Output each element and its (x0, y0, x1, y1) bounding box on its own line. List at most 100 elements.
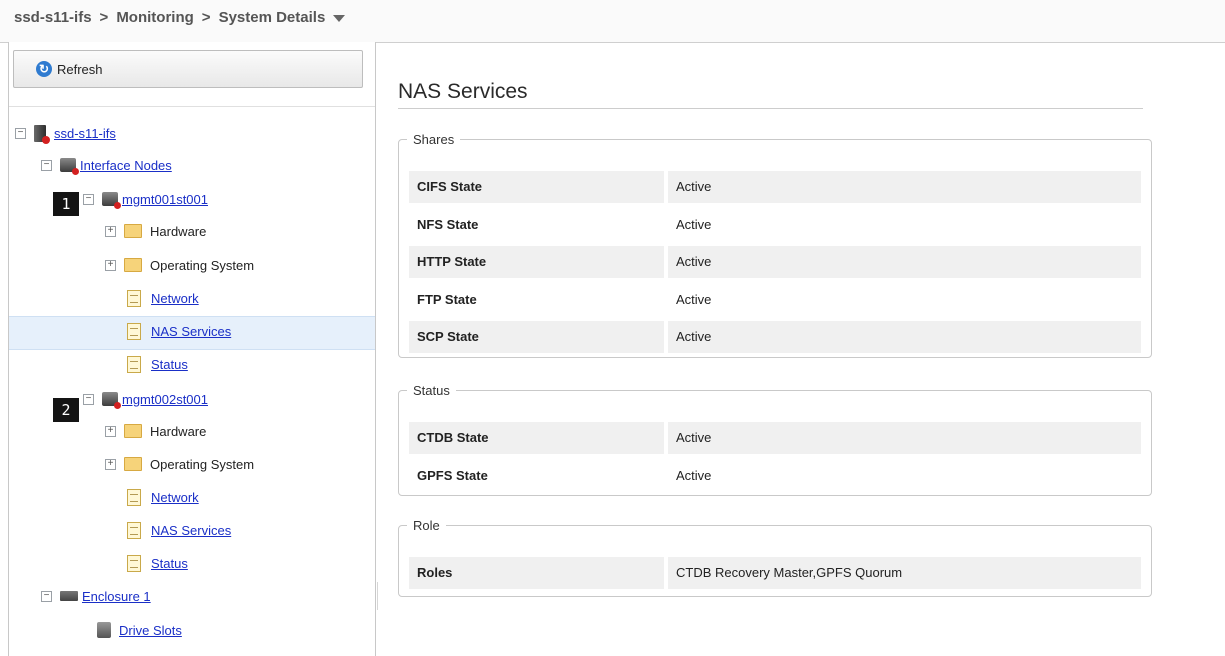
table-row: GPFS State Active (409, 460, 1141, 492)
document-icon (127, 521, 141, 539)
divider (9, 106, 375, 107)
status-group: Status CTDB State Active GPFS State Acti… (398, 383, 1152, 496)
tree-label-hardware[interactable]: Hardware (150, 424, 206, 439)
splitter-grip[interactable] (377, 582, 378, 610)
tree-link-network[interactable]: Network (151, 490, 199, 505)
error-badge-icon (114, 202, 121, 209)
row-key: NFS State (417, 217, 479, 232)
tree-link-drive-slots[interactable]: Drive Slots (119, 623, 182, 638)
table-row: NFS State Active (409, 209, 1141, 241)
tree-label-operating-system[interactable]: Operating System (150, 457, 254, 472)
row-key: HTTP State (409, 246, 664, 278)
row-value: Active (668, 321, 1141, 353)
row-key: FTP State (417, 292, 477, 307)
row-key: CIFS State (409, 171, 664, 203)
breadcrumb: ssd-s11-ifs > Monitoring > System Detail… (14, 9, 346, 26)
tree-item-node2-status[interactable]: Status (127, 550, 188, 576)
table-row: FTP State Active (409, 284, 1141, 316)
breadcrumb-monitoring[interactable]: Monitoring (116, 9, 193, 26)
tree-link-enclosure[interactable]: Enclosure 1 (82, 589, 151, 604)
tree-link-network[interactable]: Network (151, 291, 199, 306)
expand-toggle-icon[interactable]: + (105, 458, 116, 470)
error-badge-icon (42, 135, 50, 144)
title-underline (398, 108, 1143, 109)
row-value: CTDB Recovery Master,GPFS Quorum (668, 557, 1141, 589)
tree-item-node1-hardware[interactable]: + Hardware (105, 218, 206, 244)
tree-item-node2[interactable]: − mgmt002st001 (83, 386, 208, 412)
expand-toggle-icon[interactable]: + (105, 425, 116, 437)
error-badge-icon (114, 402, 121, 409)
tree-link-status[interactable]: Status (151, 357, 188, 372)
tree-item-node2-nas-services[interactable]: NAS Services (127, 517, 231, 543)
role-group: Role Roles CTDB Recovery Master,GPFS Quo… (398, 518, 1152, 597)
table-row: CTDB State Active (409, 422, 1141, 454)
tree-link-interface-nodes[interactable]: Interface Nodes (80, 158, 172, 173)
panel-splitter[interactable] (375, 42, 381, 656)
server-icon (60, 158, 79, 175)
row-value: Active (668, 246, 1141, 278)
tree-item-drive-slots[interactable]: Drive Slots (97, 617, 182, 643)
folder-icon (124, 457, 142, 471)
tree-item-root[interactable]: − ssd-s11-ifs (15, 120, 116, 146)
tree-item-node1-nas-services[interactable]: NAS Services (127, 318, 231, 344)
enclosure-icon (60, 591, 78, 601)
breadcrumb-separator: > (201, 9, 211, 26)
collapse-toggle-icon[interactable]: − (83, 393, 94, 405)
expand-toggle-icon[interactable]: + (105, 225, 116, 237)
tree-item-node2-os[interactable]: + Operating System (105, 451, 254, 477)
row-value: Active (668, 422, 1141, 454)
document-icon (127, 289, 141, 307)
collapse-toggle-icon[interactable]: − (83, 193, 94, 205)
tree-link-nas-services[interactable]: NAS Services (151, 324, 231, 339)
document-icon (127, 488, 141, 506)
collapse-toggle-icon[interactable]: − (41, 159, 52, 171)
table-row: HTTP State Active (409, 246, 1141, 278)
table-row: SCP State Active (409, 321, 1141, 353)
tree-item-node2-hardware[interactable]: + Hardware (105, 418, 206, 444)
refresh-button[interactable]: ↻ Refresh (13, 50, 363, 88)
breadcrumb-system-details[interactable]: System Details (219, 9, 326, 26)
collapse-toggle-icon[interactable]: − (41, 590, 52, 602)
tree-item-node2-network[interactable]: Network (127, 484, 199, 510)
breadcrumb-bar: ssd-s11-ifs > Monitoring > System Detail… (0, 0, 1225, 43)
navigation-panel: ↻ Refresh − ssd-s11-ifs − Interface Node… (8, 42, 376, 656)
document-icon (127, 322, 141, 340)
tree-item-node1-network[interactable]: Network (127, 285, 199, 311)
breadcrumb-system[interactable]: ssd-s11-ifs (14, 9, 92, 26)
tree-item-interface-nodes[interactable]: − Interface Nodes (41, 152, 172, 178)
table-row: CIFS State Active (409, 171, 1141, 203)
folder-icon (124, 424, 142, 438)
row-value: Active (676, 468, 712, 483)
shares-group: Shares CIFS State Active NFS State Activ… (398, 132, 1152, 358)
tree-link-node1[interactable]: mgmt001st001 (122, 192, 208, 207)
shares-legend: Shares (413, 132, 455, 147)
tree-item-node1-os[interactable]: + Operating System (105, 252, 254, 278)
row-key: Roles (409, 557, 664, 589)
page-title: NAS Services (398, 80, 528, 103)
tree-item-enclosure[interactable]: − Enclosure 1 (41, 583, 151, 609)
row-key: GPFS State (417, 468, 488, 483)
row-value: Active (676, 292, 712, 307)
tree-link-status[interactable]: Status (151, 556, 188, 571)
tree-link-nas-services[interactable]: NAS Services (151, 523, 231, 538)
error-badge-icon (72, 168, 79, 175)
row-key: CTDB State (409, 422, 664, 454)
tree-label-operating-system[interactable]: Operating System (150, 258, 254, 273)
tree-item-node1-status[interactable]: Status (127, 351, 188, 377)
marker-2: 2 (53, 398, 79, 422)
server-icon (102, 192, 121, 209)
expand-toggle-icon[interactable]: + (105, 259, 116, 271)
collapse-toggle-icon[interactable]: − (15, 127, 26, 139)
status-legend: Status (413, 383, 450, 398)
folder-icon (124, 258, 142, 272)
document-icon (127, 355, 141, 373)
tree-label-hardware[interactable]: Hardware (150, 224, 206, 239)
tree-link-node2[interactable]: mgmt002st001 (122, 392, 208, 407)
tree-link-root[interactable]: ssd-s11-ifs (54, 126, 116, 141)
tree-item-node1[interactable]: − mgmt001st001 (83, 186, 208, 212)
chevron-down-icon[interactable] (333, 15, 346, 22)
role-legend: Role (413, 518, 440, 533)
row-value: Active (676, 217, 712, 232)
document-icon (127, 554, 141, 572)
server-icon (102, 392, 121, 409)
